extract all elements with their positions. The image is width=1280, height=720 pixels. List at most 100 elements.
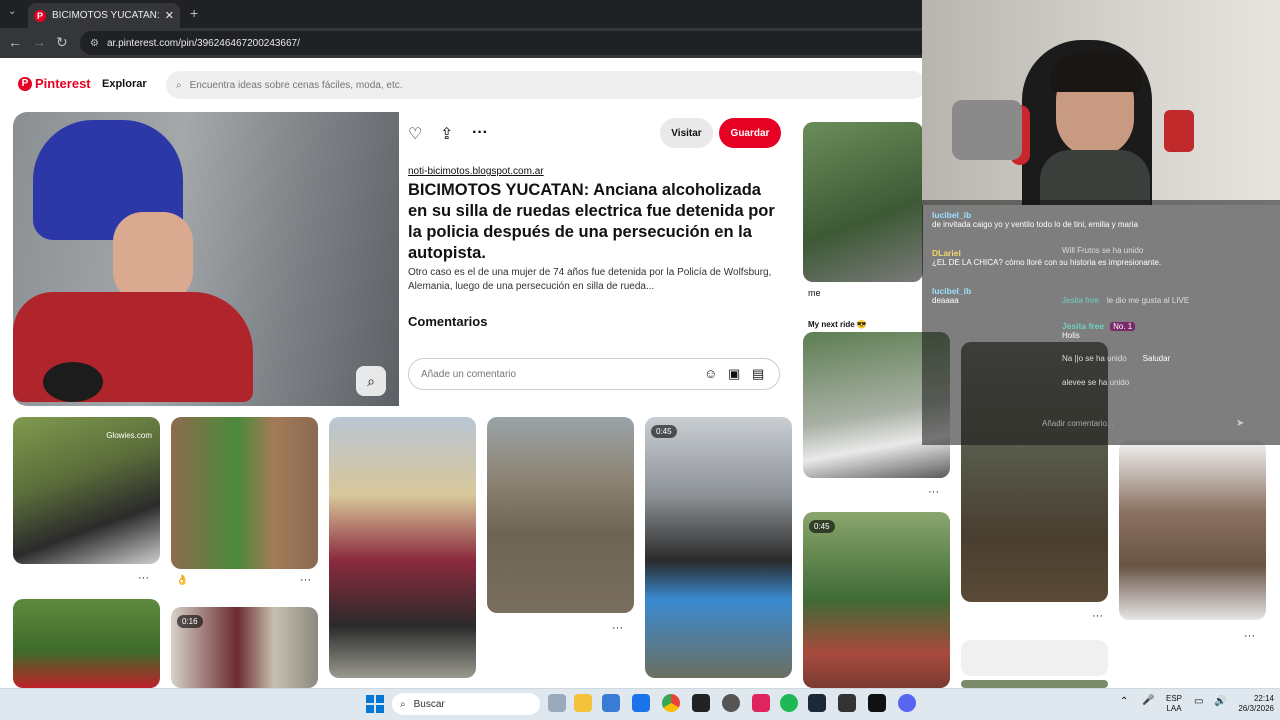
address-bar[interactable]: ⚙ ar.pinterest.com/pin/39624646720024366… <box>80 31 940 55</box>
search-input[interactable]: ⌕ Encuentra ideas sobre cenas fáciles, m… <box>166 71 926 99</box>
chrome-icon[interactable] <box>662 694 680 712</box>
more-options-icon[interactable]: ··· <box>1244 630 1255 642</box>
heart-icon[interactable]: ♡ <box>408 124 422 144</box>
tray-chevron-icon[interactable]: ⌃ <box>1120 696 1128 707</box>
tile-caption: me <box>808 288 821 298</box>
visual-search-icon[interactable]: ⌕ <box>356 366 386 396</box>
send-icon[interactable]: ➤ <box>1236 418 1244 429</box>
streamer-shirt <box>1040 150 1150 205</box>
spotify-icon[interactable] <box>780 694 798 712</box>
tile-caption: 👌 <box>176 575 189 586</box>
pin-tile[interactable]: 0:16 <box>171 607 318 688</box>
greet-button[interactable]: Saludar <box>1143 354 1171 363</box>
more-options-icon[interactable]: ··· <box>612 622 623 634</box>
chat-message: Jesita free No. 1 Holis <box>1062 321 1136 340</box>
clock-date: 26/3/2026 <box>1238 704 1274 713</box>
live-chat-overlay: lucibel_ib de invitada caigo yo y ventil… <box>922 200 1280 445</box>
chat-username: DLariel <box>932 248 961 258</box>
pinterest-logo[interactable]: P Pinterest <box>18 76 91 91</box>
search-icon: ⌕ <box>400 698 406 710</box>
more-options-icon[interactable]: ··· <box>138 572 149 584</box>
chat-username: lucibel_ib <box>932 286 972 296</box>
pin-tile[interactable] <box>487 417 634 613</box>
clock-time: 22:14 <box>1253 694 1274 703</box>
comment-placeholder: Añade un comentario <box>421 368 517 380</box>
taskbar-search[interactable]: ⌕ Buscar <box>392 693 540 715</box>
video-duration: 0:45 <box>651 425 677 438</box>
chat-username: Jesita free <box>1062 321 1105 331</box>
pin-title: BICIMOTOS YUCATAN: Anciana alcoholizada … <box>408 181 775 262</box>
search-placeholder: Encuentra ideas sobre cenas fáciles, mod… <box>189 79 403 91</box>
epic-games-icon[interactable] <box>868 694 886 712</box>
chat-message: DLariel ¿EL DE LA CHICA? cómo lloré con … <box>932 248 1161 267</box>
language-indicator[interactable]: ESP LAA <box>1166 694 1182 714</box>
pin-tile[interactable] <box>961 640 1108 676</box>
image-wheel <box>43 362 103 402</box>
forward-icon[interactable]: → <box>32 34 46 50</box>
obs-icon[interactable] <box>722 694 740 712</box>
more-options-icon[interactable]: ··· <box>928 486 939 498</box>
site-info-icon[interactable]: ⚙ <box>90 38 99 49</box>
pin-tile[interactable] <box>171 417 318 569</box>
pin-tile[interactable] <box>961 680 1108 688</box>
clock[interactable]: 22:14 26/3/2026 <box>1234 694 1274 714</box>
pinterest-favicon-icon: P <box>34 9 46 22</box>
search-icon: ⌕ <box>176 79 182 91</box>
browser-tab[interactable]: P BICIMOTOS YUCATAN: Anciana ✕ <box>28 3 180 28</box>
source-link[interactable]: noti-bicimotos.blogspot.com.ar <box>408 166 544 177</box>
discord-icon[interactable] <box>898 694 916 712</box>
more-options-icon[interactable]: ··· <box>300 574 311 586</box>
chat-input[interactable]: Añadir comentario... <box>1042 419 1114 428</box>
clothes-pile <box>952 100 1022 160</box>
video-duration: 0:16 <box>177 615 203 628</box>
lang-bottom: LAA <box>1166 704 1182 713</box>
volume-icon[interactable]: 🔊 <box>1214 696 1226 707</box>
pin-tile[interactable]: Glowies.com <box>13 417 160 564</box>
chat-join-notice: Na ||o se ha unido Saludar <box>1062 354 1170 363</box>
rank-badge: No. 1 <box>1110 321 1136 331</box>
pin-tile[interactable]: 0:45 <box>645 417 792 678</box>
tiktok-icon[interactable] <box>752 694 770 712</box>
pin-tile[interactable]: 0:45 <box>803 512 950 688</box>
reload-icon[interactable]: ↻ <box>56 34 68 51</box>
more-options-icon[interactable]: ··· <box>1092 610 1103 622</box>
share-icon[interactable]: ⇪ <box>440 124 453 144</box>
video-duration: 0:45 <box>809 520 835 533</box>
microphone-icon[interactable]: 🎤 <box>1142 695 1154 706</box>
image-person-arm <box>113 212 193 302</box>
capcut-icon[interactable] <box>692 694 710 712</box>
visit-button[interactable]: Visitar <box>660 118 713 148</box>
file-explorer-icon[interactable] <box>574 694 592 712</box>
url-text: ar.pinterest.com/pin/396246467200243667/ <box>106 37 300 49</box>
steam-icon[interactable] <box>808 694 826 712</box>
chat-text: le dio me gusta al LIVE <box>1106 296 1190 305</box>
task-view-icon[interactable] <box>548 694 566 712</box>
pin-image[interactable] <box>13 112 399 406</box>
sticker-icon[interactable]: ▣ <box>728 366 740 382</box>
wall-crest <box>1164 110 1194 152</box>
tile-caption: My next ride 😎 <box>808 320 867 329</box>
save-button[interactable]: Guardar <box>719 118 781 148</box>
network-icon[interactable]: ▭ <box>1194 696 1203 707</box>
close-tab-icon[interactable]: ✕ <box>165 9 174 22</box>
store-icon[interactable] <box>602 694 620 712</box>
outlook-icon[interactable] <box>632 694 650 712</box>
comment-input[interactable]: Añade un comentario <box>408 358 780 390</box>
windows-start-icon[interactable] <box>366 695 384 713</box>
pin-tile[interactable] <box>13 599 160 688</box>
explore-link[interactable]: Explorar <box>102 78 147 90</box>
tab-list-icon[interactable]: ⌄ <box>8 6 16 17</box>
streamer-hair <box>1050 52 1142 92</box>
pin-tile[interactable] <box>329 417 476 678</box>
image-upload-icon[interactable]: ▤ <box>752 366 764 382</box>
logo-text: Pinterest <box>35 76 91 91</box>
emoji-icon[interactable]: ☺ <box>704 366 717 381</box>
app-icon[interactable] <box>838 694 856 712</box>
chat-text: Holis <box>1062 331 1080 340</box>
pin-tile[interactable] <box>803 122 923 282</box>
pin-tile[interactable] <box>1119 440 1266 620</box>
back-icon[interactable]: ← <box>8 34 22 50</box>
webcam-overlay <box>922 0 1280 205</box>
more-options-icon[interactable]: ··· <box>472 124 488 142</box>
new-tab-icon[interactable]: + <box>190 5 198 21</box>
